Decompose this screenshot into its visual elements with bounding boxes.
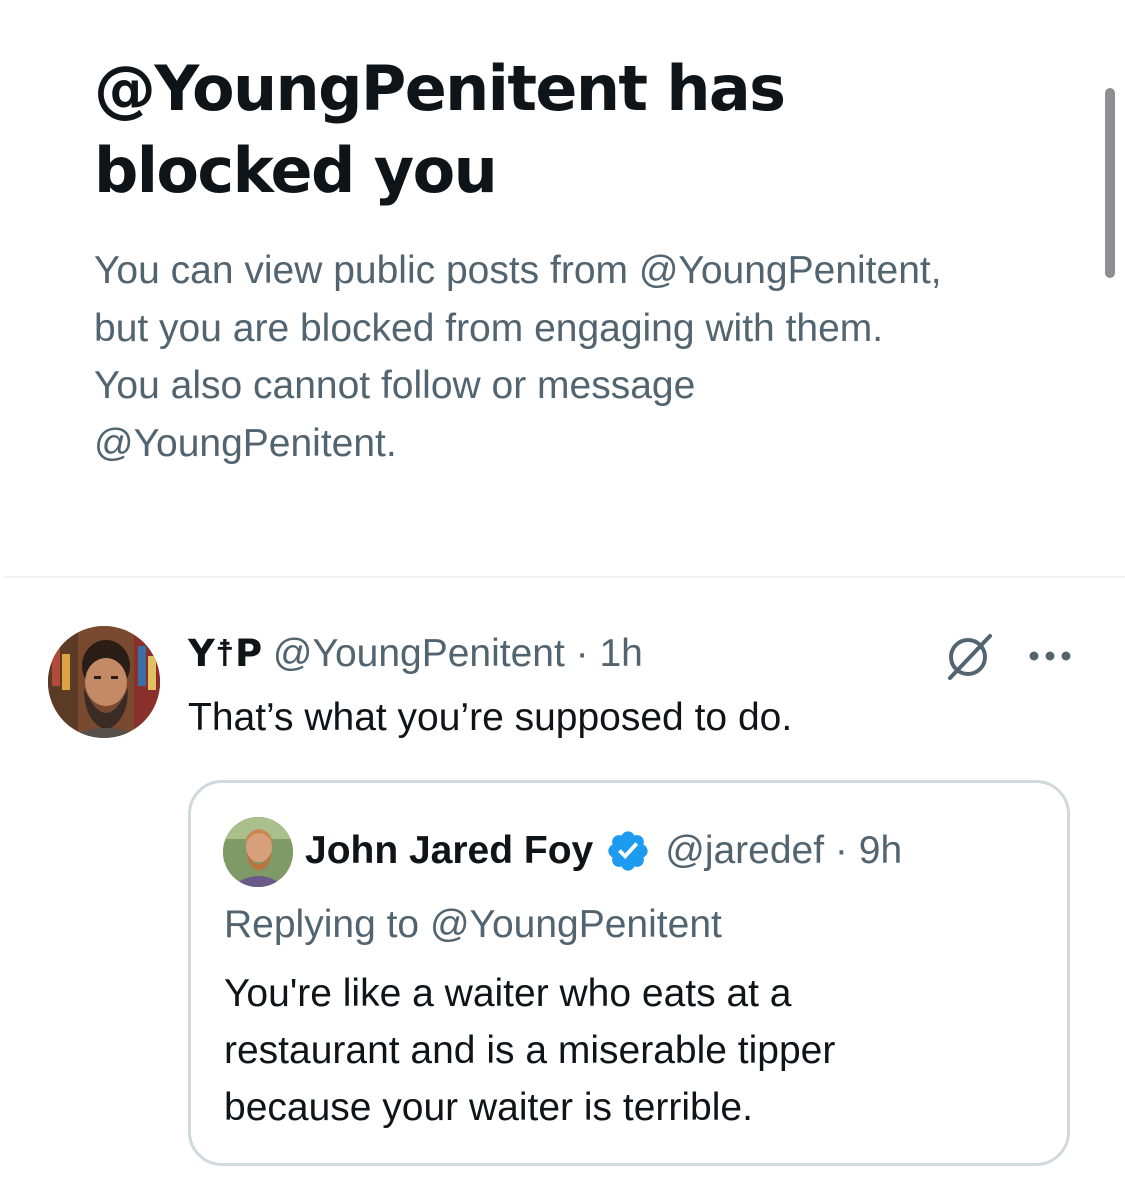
post[interactable]: Y☨P @YoungPenitent · 1h That’s what you’…	[0, 578, 1125, 1183]
avatar[interactable]	[48, 626, 160, 738]
quoted-text-line: You're like a waiter who eats at a	[224, 972, 792, 1015]
replying-to[interactable]: Replying to @YoungPenitent	[224, 897, 722, 953]
post-text: That’s what you’re supposed to do.	[188, 696, 793, 739]
blocked-title-line1: @YoungPenitent has	[94, 52, 786, 125]
quoted-text: You're like a waiter who eats at a resta…	[224, 965, 1044, 1136]
blocked-title-line2: blocked you	[94, 134, 498, 207]
quoted-author-name[interactable]: John Jared Foy	[305, 825, 593, 877]
quoted-avatar-image	[223, 817, 293, 887]
post-separator: ·	[564, 632, 600, 675]
quoted-avatar[interactable]	[223, 817, 293, 887]
post-time[interactable]: 1h	[599, 632, 642, 675]
quoted-text-line: restaurant and is a miserable tipper	[224, 1029, 836, 1072]
verified-badge-icon	[608, 831, 648, 871]
quoted-separator: ·	[824, 829, 859, 872]
quoted-handle[interactable]: @jaredef	[665, 825, 824, 877]
blocked-description-line: You can view public posts from @YoungPen…	[94, 249, 942, 292]
post-header: Y☨P @YoungPenitent · 1h	[188, 628, 643, 680]
post-author-name[interactable]: Y☨P	[188, 632, 262, 675]
scrollbar[interactable]	[1105, 88, 1115, 278]
blocked-description-line: You also cannot follow or message	[94, 364, 696, 407]
more-icon[interactable]	[1024, 632, 1076, 676]
blocked-description: You can view public posts from @YoungPen…	[94, 242, 1054, 472]
quoted-post[interactable]: John Jared Foy @jaredef · 9h Replying to…	[188, 780, 1070, 1166]
blocked-description-line: @YoungPenitent.	[94, 421, 397, 465]
post-handle[interactable]: @YoungPenitent	[273, 632, 565, 675]
quoted-time[interactable]: 9h	[859, 825, 902, 877]
quoted-post-header: John Jared Foy @jaredef · 9h	[305, 825, 902, 877]
quoted-text-line: because your waiter is terrible.	[224, 1086, 753, 1129]
avatar-image	[48, 626, 160, 738]
blocked-title: @YoungPenitent has blocked you	[94, 48, 1054, 212]
blocked-notice: @YoungPenitent has blocked you You can v…	[94, 48, 1054, 472]
blocked-description-line: but you are blocked from engaging with t…	[94, 306, 884, 350]
grok-icon[interactable]	[944, 630, 996, 682]
